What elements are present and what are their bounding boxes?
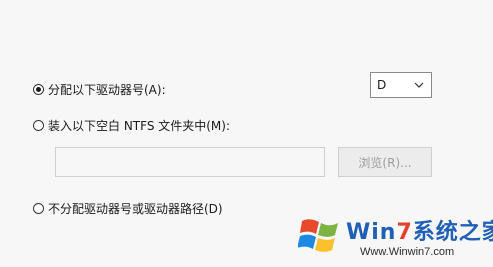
mount-ntfs-folder-option[interactable]: 装入以下空白 NTFS 文件夹中(M): xyxy=(33,117,230,134)
browse-button-label: 浏览(R)... xyxy=(358,155,412,170)
drive-letter-value: D xyxy=(377,78,387,92)
mount-ntfs-folder-radio[interactable] xyxy=(33,120,44,131)
assign-drive-letter-radio[interactable] xyxy=(33,84,44,95)
mount-ntfs-folder-label[interactable]: 装入以下空白 NTFS 文件夹中(M): xyxy=(48,117,230,134)
watermark-brand: Win7系统之家 xyxy=(346,220,493,245)
chevron-down-icon xyxy=(414,82,424,88)
windows-logo-icon xyxy=(298,219,338,252)
browse-button[interactable]: 浏览(R)... xyxy=(338,147,432,177)
no-drive-letter-radio[interactable] xyxy=(33,203,44,214)
no-drive-letter-option[interactable]: 不分配驱动器号或驱动器路径(D) xyxy=(33,200,223,217)
no-drive-letter-label[interactable]: 不分配驱动器号或驱动器路径(D) xyxy=(48,200,223,217)
folder-path-input[interactable] xyxy=(55,147,325,177)
drive-letter-dropdown[interactable]: D xyxy=(370,72,432,98)
watermark: Win7系统之家 Www.Winwin7.com xyxy=(298,208,493,267)
assign-drive-letter-option[interactable]: 分配以下驱动器号(A): xyxy=(33,81,166,98)
watermark-url: Www.Winwin7.com xyxy=(360,246,455,258)
assign-drive-letter-label[interactable]: 分配以下驱动器号(A): xyxy=(48,81,166,98)
